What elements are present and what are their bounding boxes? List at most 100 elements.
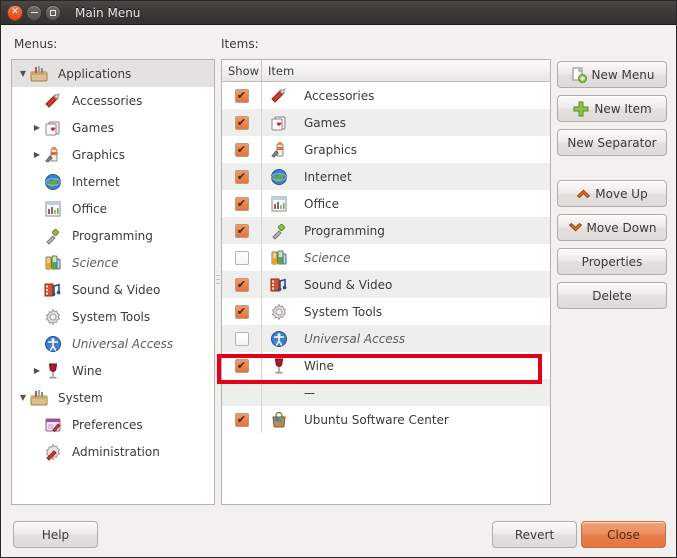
checkbox-checked[interactable]: ✔ — [234, 277, 249, 292]
wine-glass-icon — [270, 357, 292, 375]
item-label: Ubuntu Software Center — [304, 412, 449, 427]
show-cell[interactable]: ✔ — [222, 109, 262, 136]
tree-item-programming[interactable]: Programming — [12, 222, 214, 249]
window-titlebar: ✕ Main Menu — [1, 1, 676, 25]
revert-button[interactable]: Revert — [492, 521, 577, 548]
button-label: New Item — [594, 101, 652, 116]
checkbox-checked[interactable]: ✔ — [234, 142, 249, 157]
table-row[interactable]: ✔ Programming — [222, 217, 550, 244]
item-cell: Games — [262, 114, 550, 132]
checkbox-checked[interactable]: ✔ — [234, 412, 249, 427]
new-separator-button[interactable]: New Separator — [557, 129, 667, 156]
tree-item-wine[interactable]: ▶ Wine — [12, 357, 214, 384]
checkbox-checked[interactable]: ✔ — [234, 169, 249, 184]
move-down-button[interactable]: Move Down — [557, 214, 667, 241]
table-row[interactable]: ✔ Ubuntu Software Center — [222, 406, 550, 433]
show-cell — [222, 379, 262, 406]
checkbox-checked[interactable]: ✔ — [234, 88, 249, 103]
checkbox-checked[interactable]: ✔ — [234, 196, 249, 211]
universal-access-icon — [270, 330, 292, 348]
show-cell[interactable]: ✔ — [222, 352, 262, 379]
sound-video-icon — [44, 281, 66, 299]
accessories-icon — [44, 92, 66, 110]
show-cell[interactable]: ✔ — [222, 190, 262, 217]
new-menu-button[interactable]: New Menu — [557, 61, 667, 88]
checkbox-checked[interactable]: ✔ — [234, 115, 249, 130]
maximize-icon[interactable] — [45, 4, 61, 21]
chevron-down-icon[interactable]: ▼ — [16, 393, 30, 402]
help-button[interactable]: Help — [13, 521, 98, 548]
tree-item-internet[interactable]: Internet — [12, 168, 214, 195]
button-label: Move Up — [595, 186, 648, 201]
checkbox-checked[interactable]: ✔ — [234, 358, 249, 373]
table-row[interactable]: ✔ Internet — [222, 163, 550, 190]
checkbox-unchecked[interactable]: ✔ — [234, 250, 249, 265]
tree-item-system[interactable]: ▼ System — [12, 384, 214, 411]
item-label: Wine — [304, 358, 334, 373]
chevron-down-icon[interactable]: ▼ — [16, 69, 30, 78]
table-row[interactable]: ✔ Games — [222, 109, 550, 136]
menus-label: Menus: — [14, 37, 58, 51]
items-list[interactable]: Show Item ✔ Accessories ✔ Games ✔ Graphics ✔ In… — [221, 59, 551, 505]
new-item-button[interactable]: New Item — [557, 95, 667, 122]
show-cell[interactable]: ✔ — [222, 244, 262, 271]
tree-item-label: Graphics — [72, 147, 125, 162]
splitter-grip-icon — [216, 272, 220, 288]
checkbox-checked[interactable]: ✔ — [234, 223, 249, 238]
table-row[interactable]: ✔ Accessories — [222, 82, 550, 109]
show-cell[interactable]: ✔ — [222, 217, 262, 244]
close-button[interactable]: Close — [581, 521, 666, 548]
items-list-body: ✔ Accessories ✔ Games ✔ Graphics ✔ Internet ✔ Off… — [222, 82, 550, 433]
table-row[interactable]: --- — [222, 379, 550, 406]
column-header-show[interactable]: Show — [222, 60, 262, 81]
move-up-button[interactable]: Move Up — [557, 180, 667, 207]
tree-item-applications[interactable]: ▼ Applications — [12, 60, 214, 87]
table-row[interactable]: ✔ Office — [222, 190, 550, 217]
tree-item-sound-video[interactable]: Sound & Video — [12, 276, 214, 303]
tree-item-system-tools[interactable]: System Tools — [12, 303, 214, 330]
tree-item-administration[interactable]: Administration — [12, 438, 214, 465]
column-header-item[interactable]: Item — [262, 60, 550, 81]
item-cell: Internet — [262, 168, 550, 186]
table-row[interactable]: ✔ System Tools — [222, 298, 550, 325]
show-cell[interactable]: ✔ — [222, 82, 262, 109]
show-cell[interactable]: ✔ — [222, 271, 262, 298]
show-cell[interactable]: ✔ — [222, 298, 262, 325]
delete-button[interactable]: Delete — [557, 282, 667, 309]
tree-item-label: Games — [72, 120, 114, 135]
show-cell[interactable]: ✔ — [222, 325, 262, 352]
chevron-right-icon[interactable]: ▶ — [30, 123, 44, 132]
button-label: Delete — [592, 288, 632, 303]
table-row[interactable]: ✔ Graphics — [222, 136, 550, 163]
table-row[interactable]: ✔ Science — [222, 244, 550, 271]
sound-video-icon — [270, 276, 292, 294]
checkbox-checked[interactable]: ✔ — [234, 304, 249, 319]
chevron-up-icon — [576, 188, 591, 199]
tree-item-universal-access[interactable]: Universal Access — [12, 330, 214, 357]
button-label: New Separator — [567, 135, 657, 150]
tree-item-science[interactable]: Science — [12, 249, 214, 276]
item-cell: --- — [262, 386, 550, 400]
minimize-icon[interactable] — [26, 4, 42, 21]
properties-button[interactable]: Properties — [557, 248, 667, 275]
show-cell[interactable]: ✔ — [222, 136, 262, 163]
table-row[interactable]: ✔ Sound & Video — [222, 271, 550, 298]
show-cell[interactable]: ✔ — [222, 406, 262, 433]
main-menu-window: ✕ Main Menu Menus: Items: ▼ Applications A… — [0, 0, 677, 558]
chevron-right-icon[interactable]: ▶ — [30, 150, 44, 159]
menus-tree[interactable]: ▼ Applications Accessories ▶ Games ▶ Graphics I… — [11, 59, 215, 505]
close-icon[interactable]: ✕ — [7, 4, 23, 21]
table-row[interactable]: ✔ Wine — [222, 352, 550, 379]
tree-item-preferences[interactable]: Preferences — [12, 411, 214, 438]
show-cell[interactable]: ✔ — [222, 163, 262, 190]
tree-item-games[interactable]: ▶ Games — [12, 114, 214, 141]
office-icon — [44, 200, 66, 218]
tree-item-office[interactable]: Office — [12, 195, 214, 222]
table-row[interactable]: ✔ Universal Access — [222, 325, 550, 352]
chevron-right-icon[interactable]: ▶ — [30, 366, 44, 375]
tree-item-accessories[interactable]: Accessories — [12, 87, 214, 114]
checkbox-unchecked[interactable]: ✔ — [234, 331, 249, 346]
tree-item-graphics[interactable]: ▶ Graphics — [12, 141, 214, 168]
items-list-header: Show Item — [222, 60, 550, 82]
tree-item-label: Science — [72, 255, 119, 270]
